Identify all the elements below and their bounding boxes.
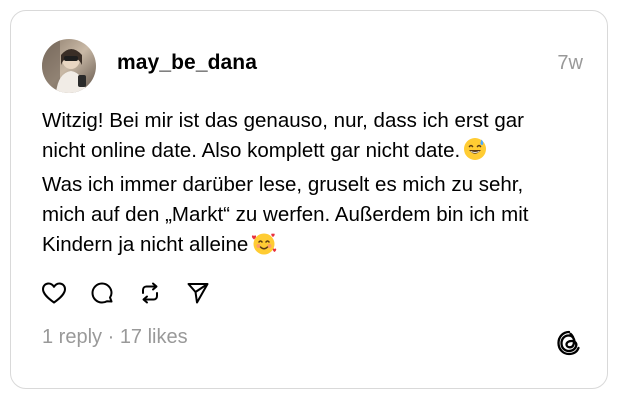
grinning-sweat-emoji-icon [463, 137, 487, 170]
post-text-line: nicht online date. Also komplett gar nic… [42, 136, 587, 170]
reply-count[interactable]: 1 reply [42, 326, 102, 348]
repost-icon [141, 282, 158, 303]
heart-icon [41, 282, 66, 303]
avatar[interactable] [42, 39, 96, 93]
post-text: Witzig! Bei mir ist das genauso, nur, da… [42, 106, 587, 264]
comment-icon [91, 282, 112, 303]
like-button[interactable] [40, 279, 67, 306]
action-bar [40, 279, 211, 306]
username[interactable]: may_be_dana [117, 51, 257, 75]
post-text-line: mich auf den „Markt“ zu werfen. Außerdem… [42, 203, 529, 226]
post-text-segment: nicht online date. Also komplett gar nic… [42, 139, 461, 162]
post-stats: 1 reply · 17 likes [42, 326, 188, 349]
post-card: may_be_dana 7w Witzig! Bei mir ist das g… [10, 10, 608, 389]
repost-button[interactable] [136, 279, 163, 306]
like-count[interactable]: 17 likes [120, 326, 188, 348]
post-text-line: Witzig! Bei mir ist das genauso, nur, da… [42, 109, 524, 132]
reply-button[interactable] [88, 279, 115, 306]
stats-separator: · [102, 326, 120, 348]
post-text-line: Kindern ja nicht alleine [42, 230, 587, 264]
share-button[interactable] [184, 279, 211, 306]
threads-logo-icon[interactable] [555, 329, 583, 357]
smiling-face-with-hearts-emoji-icon [251, 231, 277, 264]
post-text-segment: Kindern ja nicht alleine [42, 233, 249, 256]
send-icon [187, 282, 208, 303]
post-timestamp: 7w [557, 52, 583, 74]
post-text-line: Was ich immer darüber lese, gruselt es m… [42, 173, 524, 196]
